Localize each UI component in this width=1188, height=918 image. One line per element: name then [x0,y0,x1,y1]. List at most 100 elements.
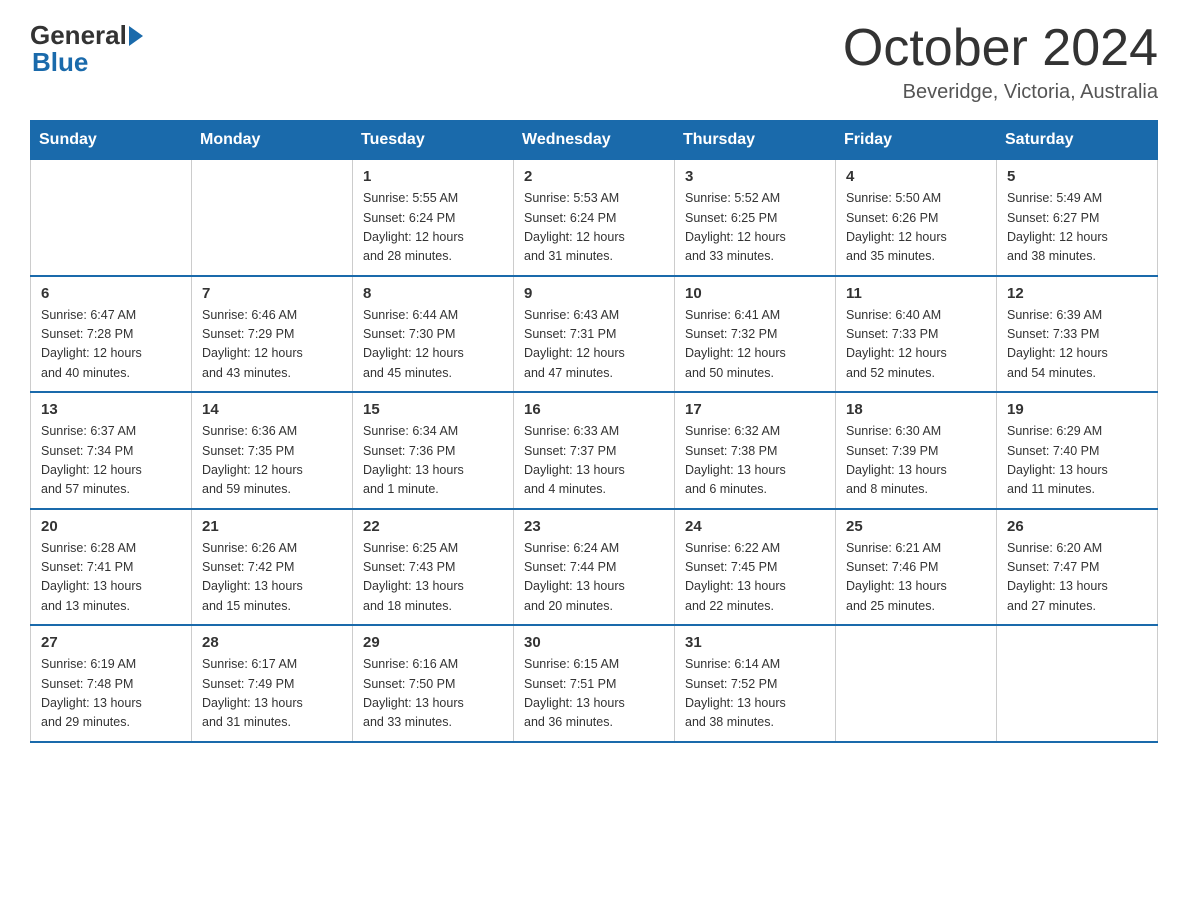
day-info: Sunrise: 6:25 AM Sunset: 7:43 PM Dayligh… [363,539,503,617]
calendar-body: 1Sunrise: 5:55 AM Sunset: 6:24 PM Daylig… [31,160,1158,742]
day-info: Sunrise: 6:33 AM Sunset: 7:37 PM Dayligh… [524,422,664,500]
calendar-cell: 15 Sunrise: 6:34 AM Sunset: 7:36 PM Dayli… [353,392,514,509]
day-of-week-friday: Friday [836,121,997,160]
day-number: 3 [685,168,825,185]
day-info: Sunrise: 6:37 AM Sunset: 7:34 PM Dayligh… [41,422,181,500]
day-number: 29 [363,634,503,651]
day-info: Sunrise: 6:15 AM Sunset: 7:51 PM Dayligh… [524,655,664,733]
day-number: 24 [685,518,825,535]
day-number: 7 [202,285,342,302]
day-info: Sunrise: 6:17 AM Sunset: 7:49 PM Dayligh… [202,655,342,733]
calendar-cell: 24 Sunrise: 6:22 AM Sunset: 7:45 PM Dayli… [675,509,836,626]
day-info: Sunrise: 6:34 AM Sunset: 7:36 PM Dayligh… [363,422,503,500]
calendar-cell: 28Sunrise: 6:17 AM Sunset: 7:49 PM Dayli… [192,625,353,742]
calendar-cell [192,160,353,276]
day-info: Sunrise: 5:49 AM Sunset: 6:27 PM Dayligh… [1007,189,1147,267]
day-number: 21 [202,518,342,535]
calendar-week-4: 20Sunrise: 6:28 AM Sunset: 7:41 PM Dayli… [31,509,1158,626]
day-number: 16 [524,401,664,418]
day-number: 26 [1007,518,1147,535]
calendar-cell: 1Sunrise: 5:55 AM Sunset: 6:24 PM Daylig… [353,160,514,276]
day-number: 9 [524,285,664,302]
location-text: Beveridge, Victoria, Australia [843,81,1158,104]
day-number: 10 [685,285,825,302]
calendar-cell: 27Sunrise: 6:19 AM Sunset: 7:48 PM Dayli… [31,625,192,742]
day-info: Sunrise: 6:30 AM Sunset: 7:39 PM Dayligh… [846,422,986,500]
calendar-cell: 7 Sunrise: 6:46 AM Sunset: 7:29 PM Daylig… [192,276,353,393]
logo: General Blue [30,20,145,78]
calendar-cell [997,625,1158,742]
title-section: October 2024 Beveridge, Victoria, Austra… [843,20,1158,104]
calendar-cell: 25 Sunrise: 6:21 AM Sunset: 7:46 PM Dayli… [836,509,997,626]
calendar-table: SundayMondayTuesdayWednesdayThursdayFrid… [30,120,1158,743]
day-info: Sunrise: 6:29 AM Sunset: 7:40 PM Dayligh… [1007,422,1147,500]
day-info: Sunrise: 6:26 AM Sunset: 7:42 PM Dayligh… [202,539,342,617]
days-of-week-row: SundayMondayTuesdayWednesdayThursdayFrid… [31,121,1158,160]
calendar-cell: 20Sunrise: 6:28 AM Sunset: 7:41 PM Dayli… [31,509,192,626]
day-number: 13 [41,401,181,418]
calendar-cell: 12Sunrise: 6:39 AM Sunset: 7:33 PM Dayli… [997,276,1158,393]
day-number: 5 [1007,168,1147,185]
calendar-week-3: 13 Sunrise: 6:37 AM Sunset: 7:34 PM Dayli… [31,392,1158,509]
calendar-cell [31,160,192,276]
day-number: 17 [685,401,825,418]
day-info: Sunrise: 6:43 AM Sunset: 7:31 PM Dayligh… [524,306,664,384]
day-info: Sunrise: 6:24 AM Sunset: 7:44 PM Dayligh… [524,539,664,617]
day-number: 19 [1007,401,1147,418]
day-number: 1 [363,168,503,185]
day-number: 14 [202,401,342,418]
calendar-week-1: 1Sunrise: 5:55 AM Sunset: 6:24 PM Daylig… [31,160,1158,276]
day-number: 11 [846,285,986,302]
day-of-week-monday: Monday [192,121,353,160]
day-number: 15 [363,401,503,418]
day-number: 22 [363,518,503,535]
page-header: General Blue October 2024 Beveridge, Vic… [30,20,1158,104]
logo-blue-text: Blue [32,47,88,77]
day-info: Sunrise: 6:36 AM Sunset: 7:35 PM Dayligh… [202,422,342,500]
day-number: 25 [846,518,986,535]
calendar-cell [836,625,997,742]
day-of-week-tuesday: Tuesday [353,121,514,160]
calendar-cell: 22 Sunrise: 6:25 AM Sunset: 7:43 PM Dayli… [353,509,514,626]
calendar-cell: 3Sunrise: 5:52 AM Sunset: 6:25 PM Daylig… [675,160,836,276]
calendar-cell: 30 Sunrise: 6:15 AM Sunset: 7:51 PM Dayli… [514,625,675,742]
day-info: Sunrise: 6:28 AM Sunset: 7:41 PM Dayligh… [41,539,181,617]
day-info: Sunrise: 6:21 AM Sunset: 7:46 PM Dayligh… [846,539,986,617]
day-info: Sunrise: 6:46 AM Sunset: 7:29 PM Dayligh… [202,306,342,384]
day-number: 4 [846,168,986,185]
calendar-cell: 23 Sunrise: 6:24 AM Sunset: 7:44 PM Dayli… [514,509,675,626]
calendar-header: SundayMondayTuesdayWednesdayThursdayFrid… [31,121,1158,160]
calendar-cell: 8Sunrise: 6:44 AM Sunset: 7:30 PM Daylig… [353,276,514,393]
day-info: Sunrise: 6:14 AM Sunset: 7:52 PM Dayligh… [685,655,825,733]
day-number: 12 [1007,285,1147,302]
day-number: 6 [41,285,181,302]
day-number: 18 [846,401,986,418]
calendar-cell: 19 Sunrise: 6:29 AM Sunset: 7:40 PM Dayli… [997,392,1158,509]
day-info: Sunrise: 6:41 AM Sunset: 7:32 PM Dayligh… [685,306,825,384]
calendar-cell: 13 Sunrise: 6:37 AM Sunset: 7:34 PM Dayli… [31,392,192,509]
calendar-cell: 29 Sunrise: 6:16 AM Sunset: 7:50 PM Dayli… [353,625,514,742]
day-of-week-sunday: Sunday [31,121,192,160]
calendar-cell: 18 Sunrise: 6:30 AM Sunset: 7:39 PM Dayli… [836,392,997,509]
calendar-cell: 2Sunrise: 5:53 AM Sunset: 6:24 PM Daylig… [514,160,675,276]
month-title: October 2024 [843,20,1158,77]
day-info: Sunrise: 6:22 AM Sunset: 7:45 PM Dayligh… [685,539,825,617]
day-info: Sunrise: 6:32 AM Sunset: 7:38 PM Dayligh… [685,422,825,500]
day-number: 30 [524,634,664,651]
calendar-cell: 26Sunrise: 6:20 AM Sunset: 7:47 PM Dayli… [997,509,1158,626]
calendar-cell: 10 Sunrise: 6:41 AM Sunset: 7:32 PM Dayli… [675,276,836,393]
calendar-week-5: 27Sunrise: 6:19 AM Sunset: 7:48 PM Dayli… [31,625,1158,742]
day-info: Sunrise: 5:50 AM Sunset: 6:26 PM Dayligh… [846,189,986,267]
day-info: Sunrise: 6:47 AM Sunset: 7:28 PM Dayligh… [41,306,181,384]
logo-arrow-icon [129,26,143,46]
calendar-cell: 5 Sunrise: 5:49 AM Sunset: 6:27 PM Daylig… [997,160,1158,276]
day-of-week-wednesday: Wednesday [514,121,675,160]
day-info: Sunrise: 6:40 AM Sunset: 7:33 PM Dayligh… [846,306,986,384]
day-info: Sunrise: 6:16 AM Sunset: 7:50 PM Dayligh… [363,655,503,733]
day-of-week-saturday: Saturday [997,121,1158,160]
calendar-cell: 16 Sunrise: 6:33 AM Sunset: 7:37 PM Dayli… [514,392,675,509]
day-number: 23 [524,518,664,535]
day-of-week-thursday: Thursday [675,121,836,160]
day-number: 8 [363,285,503,302]
day-info: Sunrise: 6:19 AM Sunset: 7:48 PM Dayligh… [41,655,181,733]
